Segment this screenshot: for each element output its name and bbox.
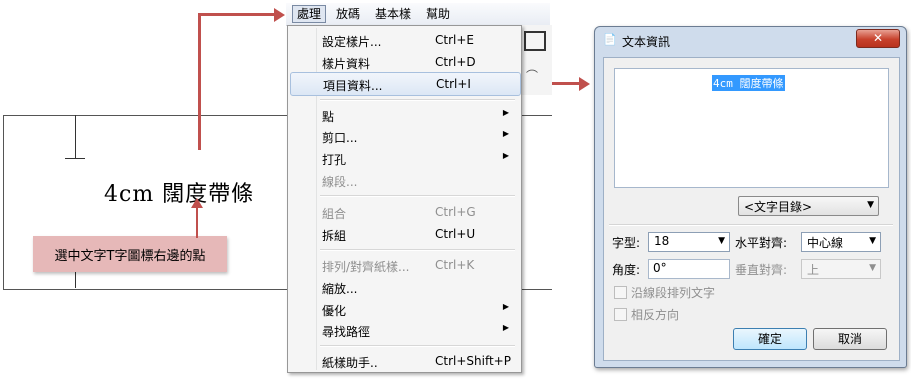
menu-bar: 處理 放碼 基本樣 幫助: [286, 3, 550, 26]
menu-item-optimize[interactable]: 優化 ▶: [290, 298, 519, 320]
text-directory-dropdown[interactable]: <文字目錄> ▼: [738, 196, 879, 216]
angle-value: 0°: [653, 261, 667, 275]
submenu-arrow-icon: ▶: [502, 323, 509, 332]
angle-label: 角度:: [612, 263, 641, 277]
menu-separator: [320, 99, 515, 101]
arrow-to-menu-vertical: [198, 14, 201, 150]
submenu-arrow-icon: ▶: [502, 151, 509, 160]
menu-item-label: 線段...: [322, 175, 358, 189]
menu-item-item-info[interactable]: 項目資料... Ctrl+I: [290, 72, 521, 96]
menu-item-shortcut: Ctrl+Shift+P: [435, 354, 511, 368]
curve-tool-icon[interactable]: ⌒: [526, 67, 538, 84]
menu-item-group: 組合 Ctrl+G: [290, 201, 519, 223]
menu-item-label: 剪口...: [322, 131, 358, 145]
font-size-value: 18: [654, 234, 670, 248]
menu-item-point[interactable]: 點 ▶: [290, 104, 519, 126]
dialog-titlebar[interactable]: 📄 文本資訊 ✕: [595, 27, 906, 53]
toolbar-strip: ⌒: [522, 25, 552, 95]
submenu-arrow-icon: ▶: [502, 302, 509, 311]
cancel-button[interactable]: 取消: [813, 328, 887, 350]
angle-input[interactable]: 0°: [648, 259, 730, 279]
text-directory-value: <文字目錄>: [744, 200, 813, 214]
arrow-to-menu-horizontal: [198, 13, 276, 16]
menu-item-shortcut: Ctrl+D: [435, 55, 476, 69]
menu-item-label: 拆組: [322, 229, 347, 243]
menu-item-punch[interactable]: 打孔 ▶: [290, 147, 519, 169]
menu-item-scale[interactable]: 縮放...: [290, 276, 519, 298]
menu-basic-pattern[interactable]: 基本樣: [371, 6, 415, 22]
vertical-align-label: 垂直對齊:: [735, 263, 788, 277]
font-label: 字型:: [612, 236, 641, 250]
dialog-separator: [609, 224, 893, 226]
menu-item-label: 打孔: [322, 153, 347, 167]
rectangle-tool-icon[interactable]: [524, 31, 546, 51]
instruction-callout: 選中文字T字圖標右邊的點: [33, 236, 227, 272]
menu-item-pattern-assistant[interactable]: 紙樣助手.. Ctrl+Shift+P: [290, 350, 519, 372]
menu-item-label: 排列/對齊紙樣...: [322, 260, 410, 274]
menu-process[interactable]: 處理: [292, 5, 327, 23]
text-marker-crossbar: [65, 158, 85, 159]
menu-item-shortcut: Ctrl+E: [435, 33, 474, 47]
follow-line-checkbox[interactable]: [614, 286, 627, 299]
arrow-head-dialog-icon: [579, 77, 590, 91]
menu-item-label: 項目資料...: [323, 79, 383, 93]
text-info-dialog: 📄 文本資訊 ✕ 4cm 闊度帶條 <文字目錄> ▼ 字型: 18 ▼ 水平對齊…: [594, 26, 907, 368]
menu-grading[interactable]: 放碼: [332, 6, 364, 22]
vertical-align-select: 上 ▼: [801, 259, 881, 279]
selected-text: 4cm 闊度帶條: [712, 75, 785, 91]
horizontal-align-value: 中心線: [807, 236, 844, 250]
menu-item-label: 樣片資料: [322, 57, 371, 71]
follow-line-label: 沿線段排列文字: [631, 286, 716, 300]
horizontal-align-label: 水平對齊:: [735, 236, 788, 250]
menu-separator: [320, 249, 515, 251]
chevron-down-icon: ▼: [869, 236, 876, 246]
menu-separator: [320, 195, 515, 197]
menu-item-segment: 線段...: [290, 169, 519, 191]
menu-item-piece-info[interactable]: 樣片資料 Ctrl+D: [290, 51, 519, 73]
close-icon: ✕: [872, 31, 884, 45]
menu-item-label: 組合: [322, 207, 347, 221]
close-button[interactable]: ✕: [856, 29, 900, 48]
menu-help[interactable]: 幫助: [422, 6, 454, 22]
text-content-area[interactable]: 4cm 闊度帶條: [614, 68, 889, 188]
dialog-body: 4cm 闊度帶條 <文字目錄> ▼ 字型: 18 ▼ 水平對齊: 中心線 ▼ 角…: [603, 57, 900, 361]
chevron-down-icon: ▼: [718, 236, 725, 246]
menu-item-find-path[interactable]: 尋找路徑 ▶: [290, 319, 519, 341]
ok-button[interactable]: 確定: [733, 328, 807, 350]
arrow-head-up-icon: [191, 198, 203, 208]
arrow-to-point-line: [196, 206, 198, 238]
menu-item-label: 紙樣助手..: [322, 356, 378, 370]
menu-item-notch[interactable]: 剪口... ▶: [290, 125, 519, 147]
menu-item-label: 縮放...: [322, 282, 358, 296]
menu-item-shortcut: Ctrl+U: [435, 227, 476, 241]
process-dropdown-menu: 設定樣片... Ctrl+E 樣片資料 Ctrl+D 項目資料... Ctrl+…: [287, 25, 522, 373]
text-marker-stem: [75, 115, 76, 159]
menu-item-label: 優化: [322, 304, 347, 318]
document-icon: 📄: [603, 33, 617, 46]
menu-item-set-piece[interactable]: 設定樣片... Ctrl+E: [290, 29, 519, 51]
menu-item-ungroup[interactable]: 拆組 Ctrl+U: [290, 223, 519, 245]
submenu-arrow-icon: ▶: [502, 129, 509, 138]
submenu-arrow-icon: ▶: [502, 108, 509, 117]
menu-item-shortcut: Ctrl+I: [436, 77, 471, 91]
dialog-title: 文本資訊: [622, 35, 671, 49]
menu-item-arrange-align: 排列/對齊紙樣... Ctrl+K: [290, 254, 519, 276]
canvas-text[interactable]: 4cm 闊度帶條: [104, 176, 254, 208]
menu-item-label: 設定樣片...: [322, 35, 382, 49]
arrow-head-right-icon: [274, 8, 285, 22]
menu-item-shortcut: Ctrl+G: [435, 205, 476, 219]
menu-item-label: 尋找路徑: [322, 325, 371, 339]
chevron-down-icon: ▼: [867, 200, 874, 210]
menu-item-shortcut: Ctrl+K: [435, 258, 475, 272]
horizontal-align-select[interactable]: 中心線 ▼: [801, 232, 881, 252]
menu-separator: [320, 345, 515, 347]
reverse-direction-label: 相反方向: [631, 308, 680, 322]
font-size-select[interactable]: 18 ▼: [648, 232, 730, 252]
reverse-direction-checkbox[interactable]: [614, 308, 627, 321]
menu-item-label: 點: [322, 110, 335, 124]
chevron-down-icon: ▼: [869, 263, 876, 273]
vertical-align-value: 上: [807, 263, 820, 277]
